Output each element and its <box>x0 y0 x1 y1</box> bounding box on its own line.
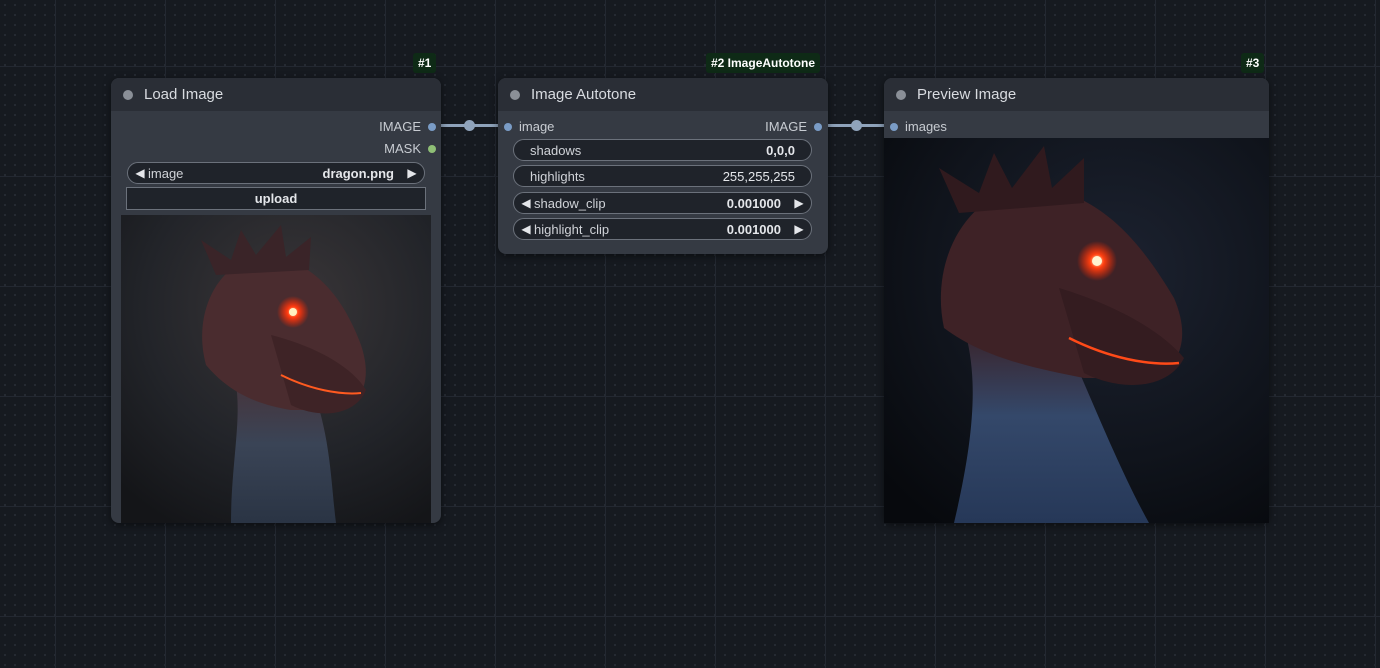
widget-label: shadow_clip <box>534 195 606 211</box>
link-midpoint-2[interactable] <box>851 120 862 131</box>
slot-label: images <box>905 119 947 134</box>
widget-label: highlight_clip <box>534 221 610 237</box>
slot-label: IMAGE <box>765 119 807 134</box>
highlights-text-widget[interactable]: highlights 255,255,255 <box>513 165 812 187</box>
output-slot-image[interactable]: IMAGE <box>765 119 822 134</box>
widget-value: 0.001000 <box>726 195 781 211</box>
mask-slot-dot-icon[interactable] <box>428 144 436 153</box>
highlight-clip-number-widget[interactable]: ◀ highlight_clip 0.001000 ▶ <box>513 218 812 240</box>
widget-value: 0.001000 <box>726 221 781 237</box>
arrow-right-icon[interactable]: ▶ <box>404 166 420 180</box>
arrow-right-icon[interactable]: ▶ <box>791 222 807 236</box>
image-slot-dot-icon[interactable] <box>814 122 822 131</box>
dragon-image-output <box>884 138 1269 523</box>
node-id-badge-2: #2 ImageAutotone <box>706 53 821 73</box>
collapse-dot-icon[interactable] <box>123 89 133 100</box>
node-header[interactable]: Load Image <box>111 78 441 111</box>
dragon-image-preview <box>121 215 431 523</box>
widget-value: dragon.png <box>322 165 395 181</box>
output-slot-image[interactable]: IMAGE <box>379 119 436 134</box>
shadow-clip-number-widget[interactable]: ◀ shadow_clip 0.001000 ▶ <box>513 192 812 214</box>
node-title: Image Autotone <box>531 86 637 103</box>
upload-button[interactable]: upload <box>126 187 426 210</box>
link-midpoint-1[interactable] <box>464 120 475 131</box>
arrow-left-icon[interactable]: ◀ <box>132 166 148 180</box>
node-id-badge-3: #3 <box>1241 53 1265 73</box>
arrow-left-icon[interactable]: ◀ <box>518 222 534 236</box>
load-image-node[interactable]: Load Image IMAGE MASK ◀ image dragon.png… <box>111 78 441 523</box>
input-slot-images[interactable]: images <box>890 119 947 134</box>
image-slot-dot-icon[interactable] <box>504 122 512 131</box>
widget-value: 255,255,255 <box>722 168 795 184</box>
image-slot-dot-icon[interactable] <box>890 122 898 131</box>
image-combo-widget[interactable]: ◀ image dragon.png ▶ <box>127 162 425 184</box>
arrow-right-icon[interactable]: ▶ <box>791 196 807 210</box>
arrow-left-icon[interactable]: ◀ <box>518 196 534 210</box>
widget-value: 0,0,0 <box>766 142 795 158</box>
image-slot-dot-icon[interactable] <box>428 122 436 131</box>
slot-label: MASK <box>384 141 421 156</box>
node-title: Load Image <box>144 86 224 103</box>
node-header[interactable]: Image Autotone <box>498 78 828 111</box>
node-header[interactable]: Preview Image <box>884 78 1269 111</box>
preview-image-node[interactable]: Preview Image images <box>884 78 1269 523</box>
collapse-dot-icon[interactable] <box>896 89 906 100</box>
image-autotone-node[interactable]: Image Autotone image IMAGE shadows 0,0,0… <box>498 78 828 254</box>
node-id-badge-1: #1 <box>413 53 437 73</box>
widget-label: highlights <box>530 168 585 184</box>
node-title: Preview Image <box>917 86 1017 103</box>
widget-label: image <box>148 165 184 181</box>
input-slot-image[interactable]: image <box>504 119 554 134</box>
collapse-dot-icon[interactable] <box>510 89 520 100</box>
slot-label: image <box>519 119 555 134</box>
widget-label: shadows <box>530 142 582 158</box>
slot-label: IMAGE <box>379 119 421 134</box>
shadows-text-widget[interactable]: shadows 0,0,0 <box>513 139 812 161</box>
output-slot-mask[interactable]: MASK <box>384 141 436 156</box>
